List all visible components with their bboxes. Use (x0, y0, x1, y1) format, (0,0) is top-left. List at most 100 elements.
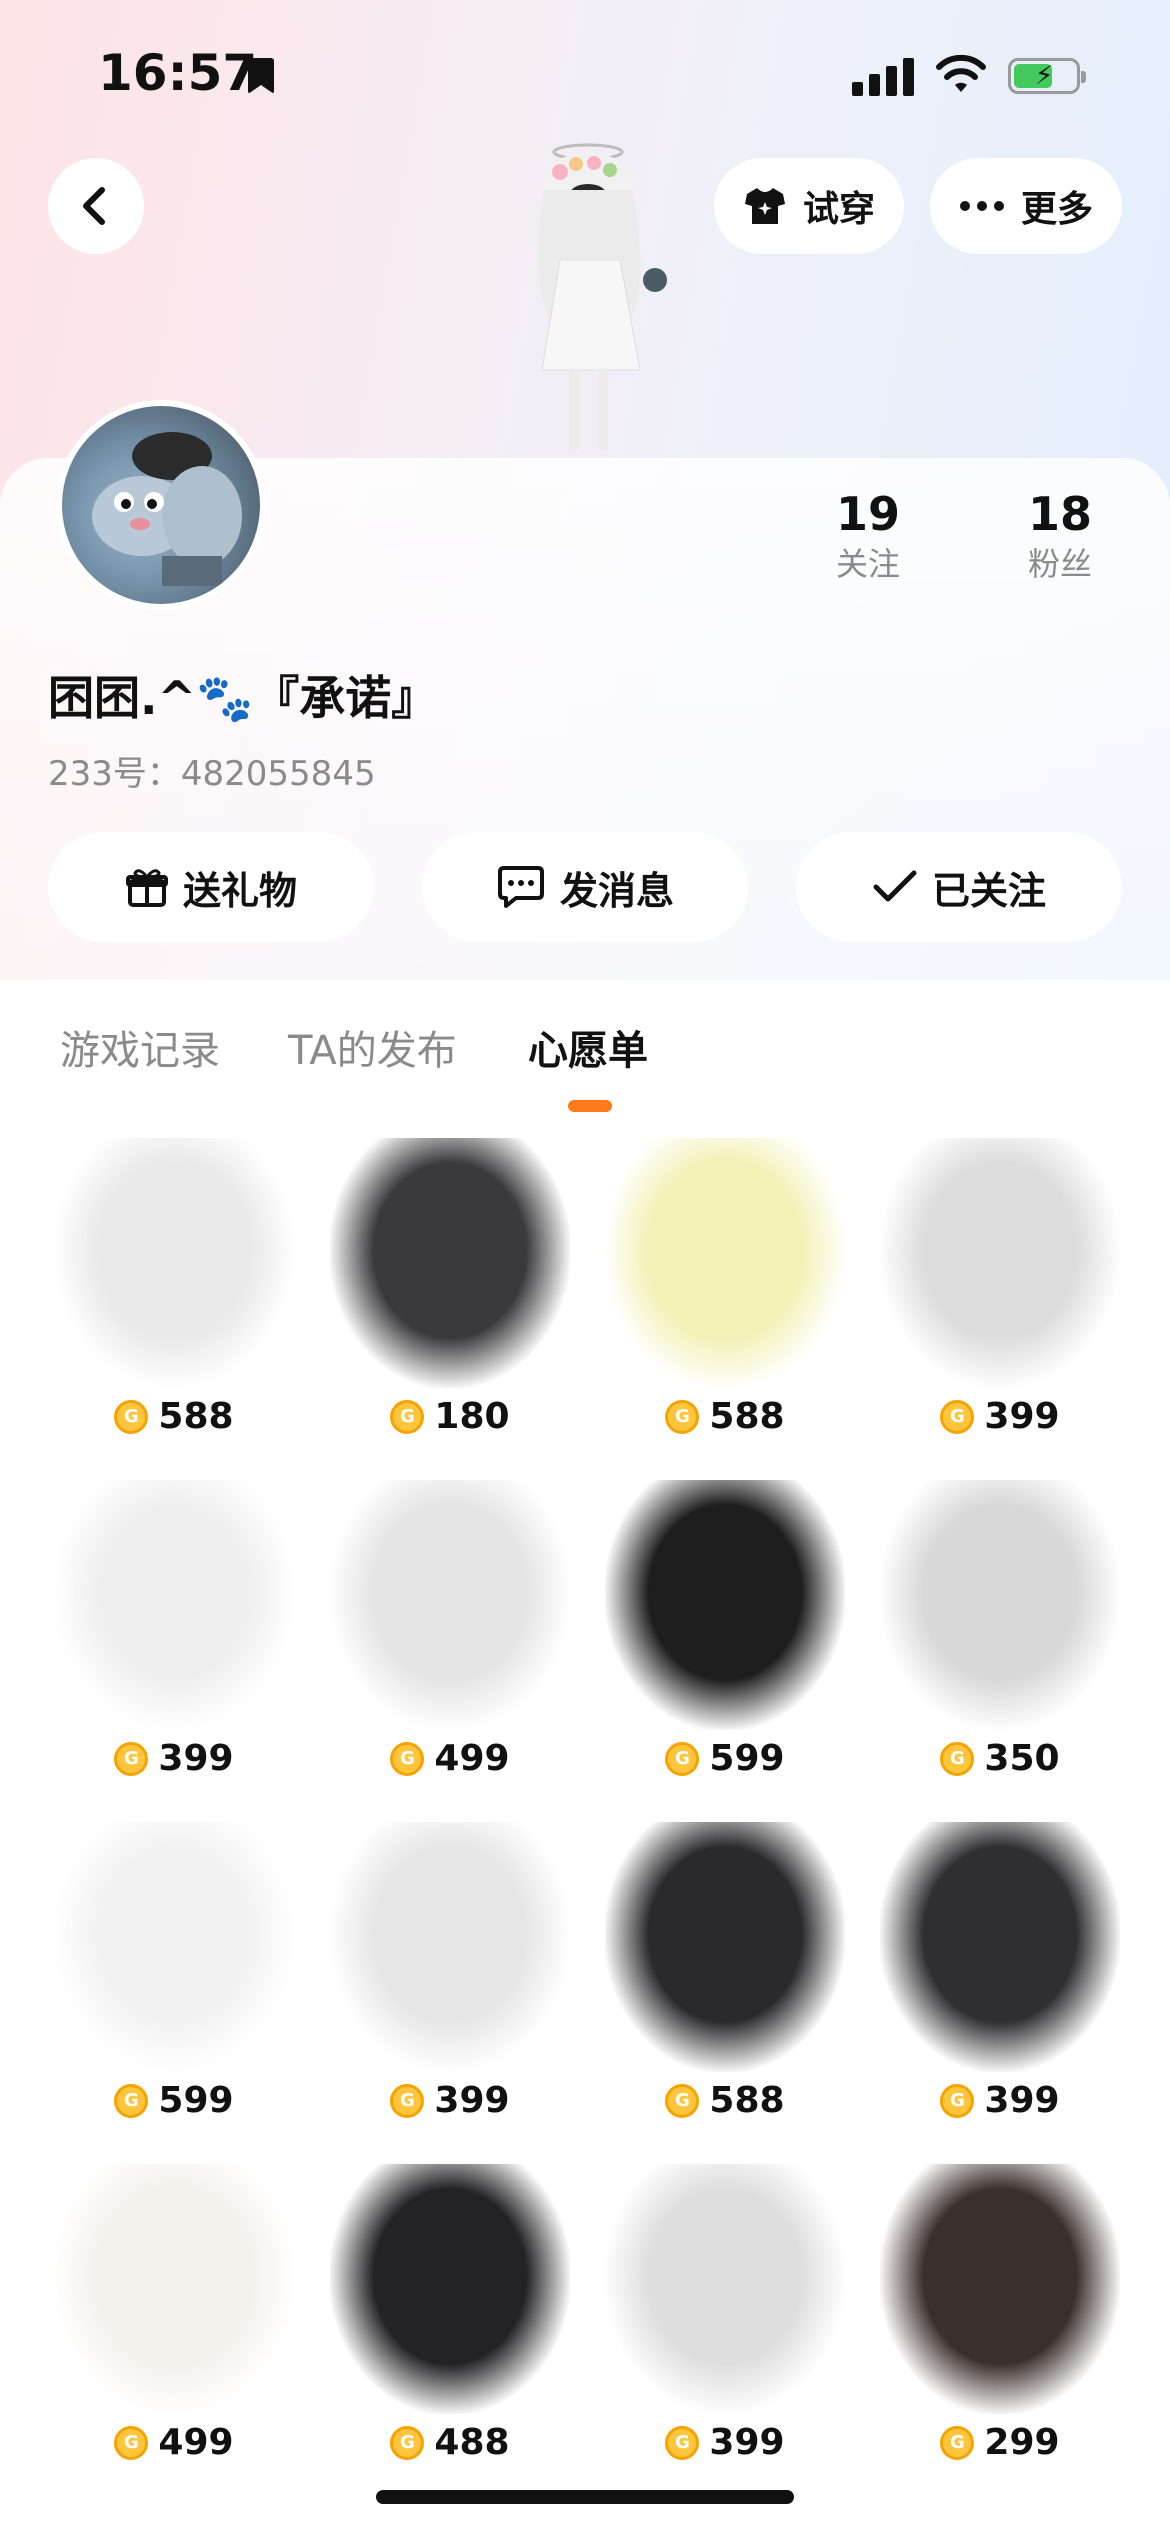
item-price: G 399 (585, 2422, 865, 2463)
wishlist-item[interactable]: G 399 (310, 1810, 590, 2140)
3d-avatar-figure (538, 143, 667, 450)
wishlist-item[interactable]: G 499 (34, 2152, 314, 2482)
item-price: G 499 (34, 2422, 314, 2463)
clothing-item-image (605, 1480, 845, 1730)
coin-icon: G (665, 1741, 700, 1776)
item-price: G 399 (34, 1738, 314, 1779)
item-price-value: 399 (434, 2080, 510, 2121)
coin-icon: G (390, 1399, 425, 1434)
item-price-value: 180 (434, 1396, 510, 1437)
wishlist-item[interactable]: G 399 (34, 1468, 314, 1798)
tab-ta-posts[interactable]: TA的发布 (288, 1018, 457, 1076)
username: 囨囨.^🐾『承诺』 (48, 671, 438, 725)
wishlist-item[interactable]: G 399 (585, 2152, 865, 2482)
coin-icon: G (390, 2083, 425, 2118)
following-label: 关注 (835, 545, 900, 583)
wishlist-item[interactable]: G 350 (860, 1468, 1140, 1798)
clothing-item-image (605, 1138, 845, 1388)
clothing-item-image (605, 1822, 845, 2072)
item-price-value: 399 (984, 2080, 1060, 2121)
tab-game-records[interactable]: 游戏记录 (60, 1018, 220, 1076)
item-price: G 599 (34, 2080, 314, 2121)
clothing-item-image (330, 1138, 570, 1388)
item-price: G 350 (860, 1738, 1140, 1779)
item-price-value: 588 (709, 1396, 785, 1437)
coin-icon: G (390, 2425, 425, 2460)
wishlist-item[interactable]: G 399 (860, 1126, 1140, 1456)
wishlist-item[interactable]: G 588 (585, 1810, 865, 2140)
wifi-icon (936, 54, 986, 92)
item-price: G 399 (860, 2080, 1140, 2121)
status-time: 16:57 (98, 44, 258, 102)
clothing-item-image (605, 2164, 845, 2414)
item-price: G 588 (34, 1396, 314, 1437)
send-message-button[interactable]: 发消息 (422, 832, 748, 942)
coin-icon: G (940, 2425, 975, 2460)
item-price: G 599 (585, 1738, 865, 1779)
coin-icon: G (665, 2425, 700, 2460)
clothing-item-image (880, 1822, 1120, 2072)
gift-icon (125, 869, 168, 907)
clothing-item-image (330, 1822, 570, 2072)
item-price-value: 499 (158, 2422, 234, 2463)
coin-icon: G (665, 1399, 700, 1434)
item-price: G 299 (860, 2422, 1140, 2463)
coin-icon: G (114, 2425, 149, 2460)
wishlist-item[interactable]: G 588 (34, 1126, 314, 1456)
clothing-item-image (330, 2164, 570, 2414)
avatar[interactable] (56, 400, 266, 610)
item-price: G 588 (585, 1396, 865, 1437)
coin-icon: G (940, 1399, 975, 1434)
item-price-value: 488 (434, 2422, 510, 2463)
item-price-value: 588 (709, 2080, 785, 2121)
item-price-value: 499 (434, 1738, 510, 1779)
battery-icon: ⚡ (1008, 58, 1086, 94)
item-price: G 588 (585, 2080, 865, 2121)
try-on-button[interactable]: 试穿 (714, 158, 904, 254)
wishlist-item[interactable]: G 180 (310, 1126, 590, 1456)
wishlist-item[interactable]: G 599 (34, 1810, 314, 2140)
wishlist-item[interactable]: G 588 (585, 1126, 865, 1456)
item-price-value: 399 (709, 2422, 785, 2463)
wishlist-item[interactable]: G 299 (860, 2152, 1140, 2482)
more-dots-icon (959, 201, 1004, 211)
cellular-signal-icon (852, 56, 914, 96)
back-button[interactable] (48, 158, 144, 254)
more-button[interactable]: 更多 (930, 158, 1122, 254)
following-stat[interactable]: 19 关注 (788, 486, 948, 586)
send-message-label: 发消息 (559, 868, 674, 913)
shirt-icon (744, 188, 785, 224)
send-gift-label: 送礼物 (182, 868, 297, 913)
item-price-value: 599 (158, 2080, 234, 2121)
coin-icon: G (114, 1741, 149, 1776)
following-count: 19 (835, 487, 900, 541)
clothing-item-image (880, 1480, 1120, 1730)
item-price: G 399 (310, 2080, 590, 2121)
tab-wishlist[interactable]: 心愿单 (528, 1018, 648, 1076)
wishlist-item[interactable]: G 499 (310, 1468, 590, 1798)
followed-button[interactable]: 已关注 (796, 832, 1122, 942)
coin-icon: G (940, 2083, 975, 2118)
wishlist-item[interactable]: G 399 (860, 1810, 1140, 2140)
item-price: G 180 (310, 1396, 590, 1437)
profile-tabs: 游戏记录 TA的发布 心愿单 (0, 1000, 1170, 1120)
item-price-value: 299 (984, 2422, 1060, 2463)
followers-stat[interactable]: 18 粉丝 (980, 486, 1140, 586)
item-price: G 499 (310, 1738, 590, 1779)
checkmark-icon (873, 870, 917, 902)
clothing-item-image (54, 1138, 294, 1388)
send-gift-button[interactable]: 送礼物 (48, 832, 374, 942)
wishlist-item[interactable]: G 599 (585, 1468, 865, 1798)
followed-label: 已关注 (931, 868, 1046, 913)
wishlist-item[interactable]: G 488 (310, 2152, 590, 2482)
item-price-value: 588 (158, 1396, 234, 1437)
item-price: G 399 (860, 1396, 1140, 1437)
clothing-item-image (54, 1480, 294, 1730)
coin-icon: G (114, 1399, 149, 1434)
clothing-item-image (880, 2164, 1120, 2414)
coin-icon: G (665, 2083, 700, 2118)
item-price-value: 350 (984, 1738, 1060, 1779)
message-icon (497, 866, 544, 908)
item-price-value: 599 (709, 1738, 785, 1779)
status-bar: 16:57 ⚡ (0, 0, 1170, 150)
